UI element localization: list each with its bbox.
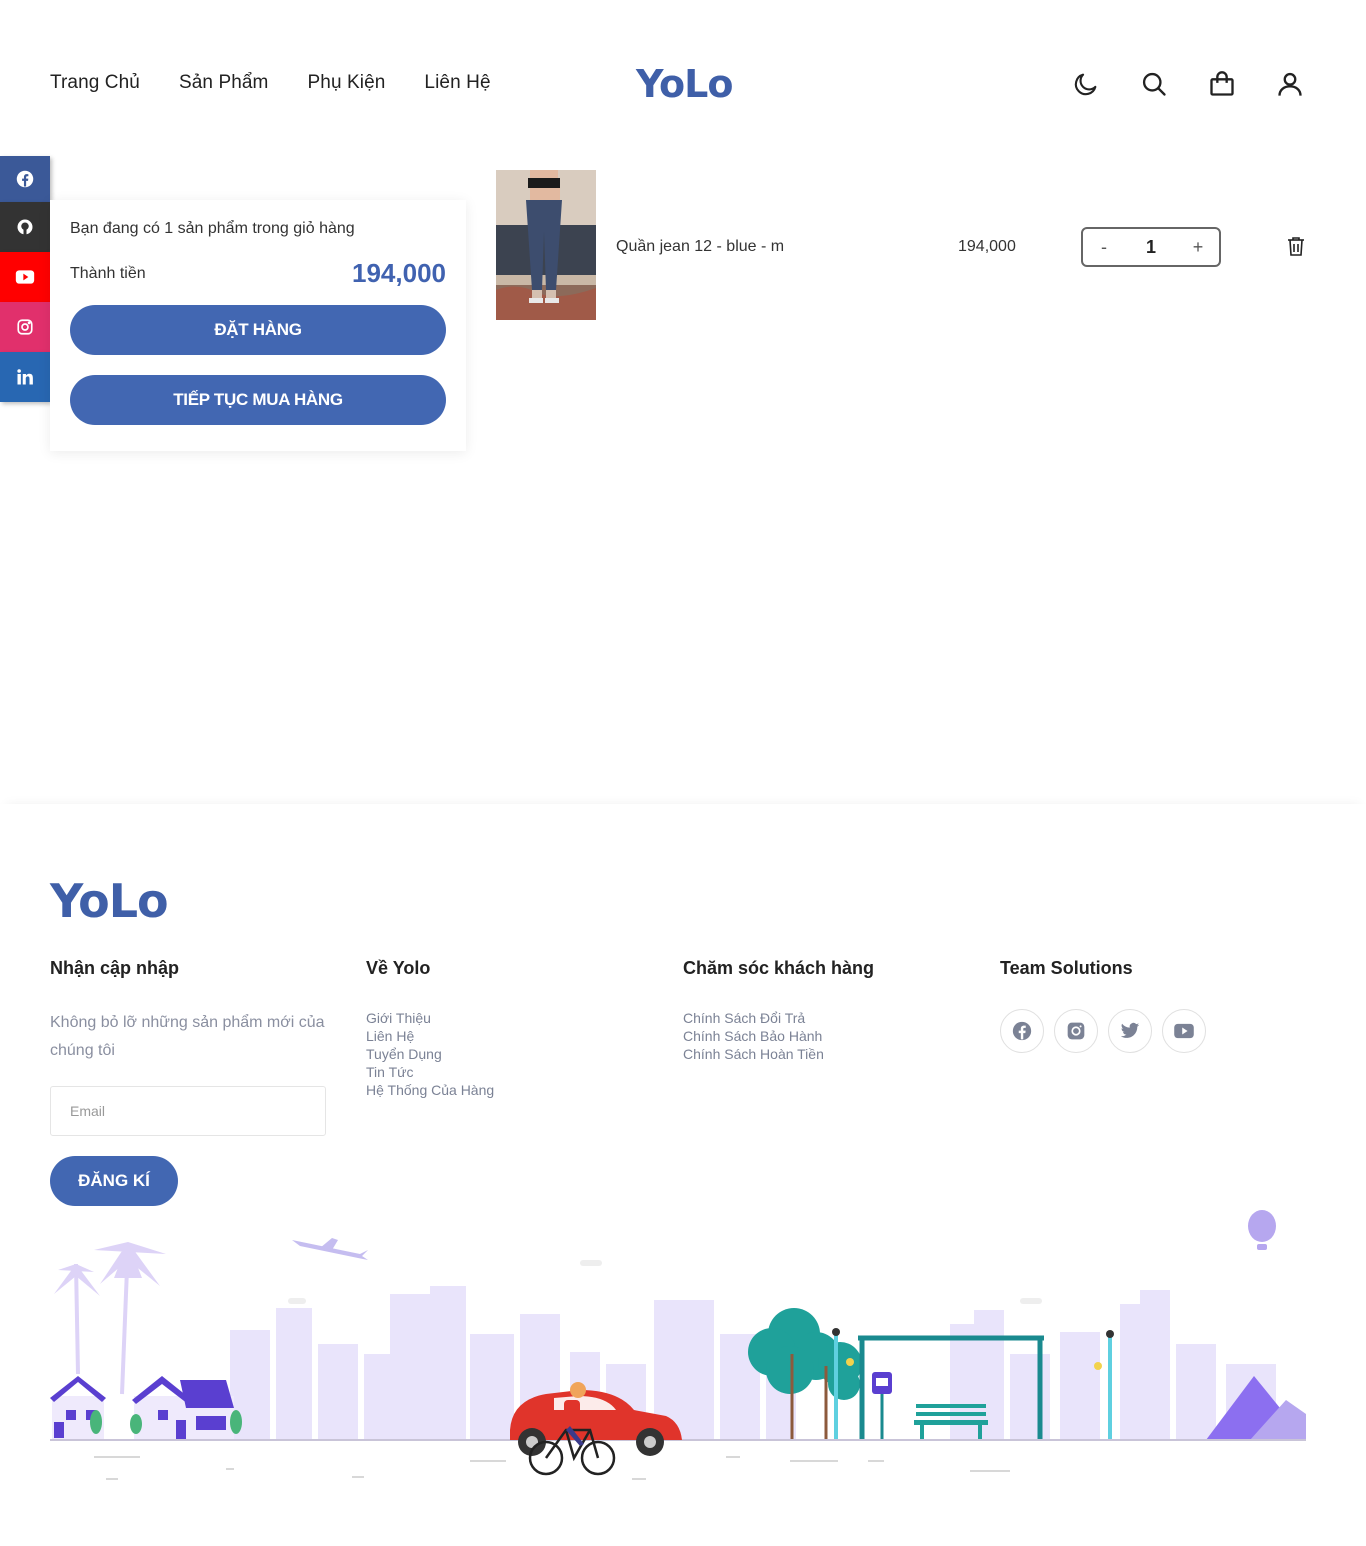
footer: YoLo Nhận cập nhập Không bỏ lỡ những sản… [0, 804, 1366, 1546]
care-link-warranty[interactable]: Chính Sách Bảo Hành [683, 1027, 874, 1045]
team-column: Team Solutions [1000, 958, 1206, 1053]
airplane-icon [292, 1238, 368, 1260]
facebook-icon[interactable] [0, 156, 50, 202]
main-nav: Trang Chủ Sản Phẩm Phụ Kiện Liên Hệ [50, 72, 491, 94]
user-icon[interactable] [1274, 68, 1306, 100]
about-link-careers[interactable]: Tuyển Dụng [366, 1045, 494, 1063]
team-title: Team Solutions [1000, 958, 1133, 978]
shopping-bag-icon[interactable] [1206, 68, 1238, 100]
item-price: 194,000 [958, 238, 1016, 255]
about-link-news[interactable]: Tin Tức [366, 1063, 494, 1081]
instagram-icon[interactable] [0, 302, 50, 352]
newsletter-column: Nhận cập nhập Không bỏ lỡ những sản phẩm… [50, 958, 330, 1065]
newsletter-description: Không bỏ lỡ những sản phẩm mới của chúng… [50, 1014, 325, 1059]
about-link-contact[interactable]: Liên Hệ [366, 1027, 494, 1045]
house-icon [132, 1376, 234, 1440]
continue-shopping-button[interactable]: TIẾP TỤC MUA HÀNG [70, 375, 446, 425]
nav-contact-link[interactable]: Liên Hệ [424, 72, 490, 94]
care-link-refund[interactable]: Chính Sách Hoàn Tiền [683, 1045, 874, 1063]
total-label: Thành tiền [70, 264, 146, 282]
bus-sign-icon [872, 1372, 892, 1440]
nav-home-link[interactable]: Trang Chủ [50, 72, 140, 94]
instagram-icon[interactable] [1054, 1009, 1098, 1053]
cart-item: Quần jean 12 - blue - m 194,000 - 1 + [496, 170, 1316, 320]
care-column: Chăm sóc khách hàng Chính Sách Đổi Trả C… [683, 958, 874, 1063]
trash-icon[interactable] [1287, 236, 1305, 256]
subscribe-button[interactable]: ĐĂNG KÍ [50, 1156, 178, 1206]
search-icon[interactable] [1138, 68, 1170, 100]
facebook-icon[interactable] [1000, 1009, 1044, 1053]
nav-accessories-link[interactable]: Phụ Kiện [308, 72, 386, 94]
about-title: Về Yolo [366, 958, 431, 978]
about-column: Về Yolo Giới Thiệu Liên Hệ Tuyển Dụng Ti… [366, 958, 494, 1099]
youtube-icon[interactable] [1162, 1009, 1206, 1053]
total-row: Thành tiền 194,000 [70, 258, 446, 289]
total-value: 194,000 [352, 258, 446, 288]
care-title: Chăm sóc khách hàng [683, 958, 875, 978]
quantity-value: 1 [1145, 236, 1156, 257]
email-input[interactable] [50, 1086, 326, 1136]
decrease-quantity-button[interactable]: - [1097, 237, 1111, 258]
linkedin-icon[interactable] [0, 352, 50, 402]
header-icons [1070, 68, 1306, 100]
cart-summary: Bạn đang có 1 sản phẩm trong giỏ hàng Th… [50, 200, 466, 451]
social-sidebar [0, 156, 50, 402]
header: Trang Chủ Sản Phẩm Phụ Kiện Liên Hệ YoLo [0, 0, 1366, 170]
item-name[interactable]: Quần jean 12 - blue - m [616, 238, 784, 256]
newsletter-title: Nhận cập nhập [50, 958, 180, 978]
checkout-button[interactable]: ĐẶT HÀNG [70, 305, 446, 355]
github-icon[interactable] [0, 202, 50, 252]
logo[interactable]: YoLo [636, 62, 733, 106]
quantity-stepper: - 1 + [1081, 227, 1221, 267]
about-link-stores[interactable]: Hệ Thống Của Hàng [366, 1081, 494, 1099]
moon-icon[interactable] [1070, 68, 1102, 100]
increase-quantity-button[interactable]: + [1191, 237, 1205, 258]
hot-air-balloon-icon [1248, 1210, 1276, 1250]
footer-social-links [1000, 1009, 1206, 1053]
care-link-returns[interactable]: Chính Sách Đổi Trả [683, 1009, 874, 1027]
footer-logo[interactable]: YoLo [50, 874, 169, 928]
cart-count-text: Bạn đang có 1 sản phẩm trong giỏ hàng [70, 220, 355, 237]
twitter-icon[interactable] [1108, 1009, 1152, 1053]
product-image[interactable] [496, 170, 596, 320]
nav-products-link[interactable]: Sản Phẩm [179, 72, 269, 94]
youtube-icon[interactable] [0, 252, 50, 302]
about-link-intro[interactable]: Giới Thiệu [366, 1009, 494, 1027]
city-illustration [50, 1204, 1306, 1494]
